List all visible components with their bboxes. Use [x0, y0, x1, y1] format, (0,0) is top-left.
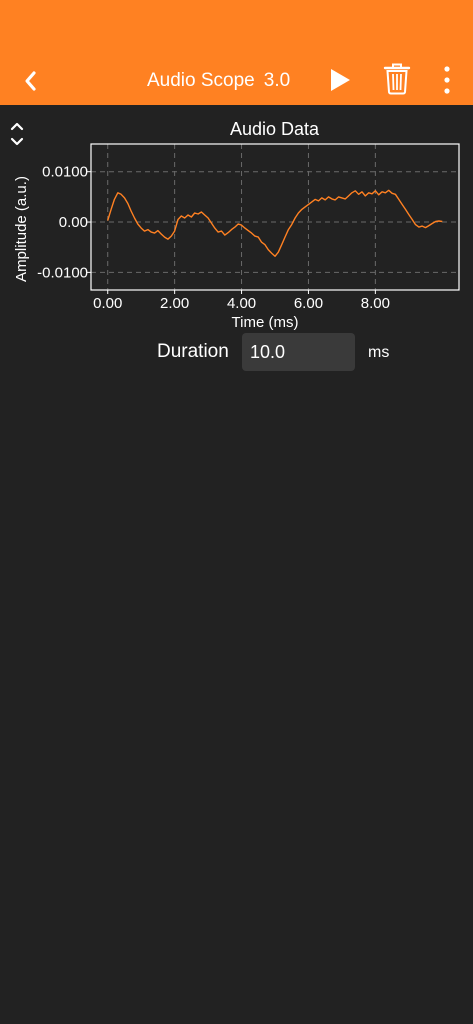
- audio-waveform-chart: 0.00 2.00 4.00 6.00 8.00 0.0100 0.00 -0.0100 Tim…: [13, 143, 460, 331]
- duration-input[interactable]: [242, 333, 355, 371]
- waveform-line-0: [107, 189, 443, 257]
- duration-unit: ms: [368, 344, 390, 361]
- x-tick-label-0: 0.00: [93, 295, 122, 312]
- plot-frame: [90, 143, 460, 291]
- duration-row: Duration ms: [0, 333, 473, 371]
- y-axis-label: Amplitude (a.u.): [13, 176, 30, 282]
- duration-label: Duration: [157, 341, 229, 362]
- y-tick-label-2: -0.0100: [37, 264, 88, 281]
- y-tick-label-0: 0.0100: [42, 164, 88, 181]
- x-tick-label-1: 2.00: [160, 295, 189, 312]
- x-tick-label-2: 4.00: [227, 295, 256, 312]
- x-axis-label: Time (ms): [232, 314, 299, 331]
- x-tick-label-3: 6.00: [294, 295, 323, 312]
- x-tick-label-4: 8.00: [361, 295, 390, 312]
- y-tick-label-1: 0.00: [59, 214, 88, 231]
